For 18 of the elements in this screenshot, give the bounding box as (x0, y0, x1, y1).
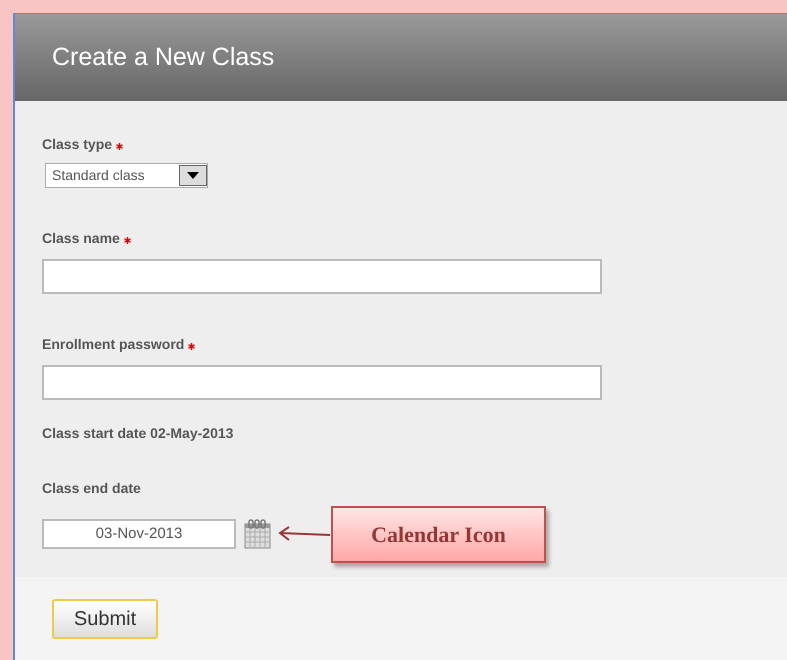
field-label: Class name (42, 229, 120, 248)
field-label: Class end date (42, 479, 141, 498)
class-type-select[interactable]: Standard class (45, 163, 208, 188)
text-field[interactable] (42, 259, 602, 294)
required-asterisk-icon (124, 237, 131, 244)
caret-down-icon (187, 172, 199, 179)
required-asterisk-icon (188, 343, 196, 350)
required-asterisk-icon (116, 143, 124, 150)
field-label: Enrollment password (42, 335, 184, 354)
calendar-icon[interactable] (244, 519, 271, 549)
submit-button[interactable]: Submit (52, 599, 158, 639)
start-date-text: Class start date 02-May-2013 (42, 425, 234, 441)
callout-box: Calendar Icon (331, 506, 546, 563)
arrow-icon (277, 525, 331, 543)
end-date-field[interactable]: 03-Nov-2013 (42, 519, 236, 549)
field-label: Class type (42, 135, 112, 154)
page-title: Create a New Class (52, 42, 274, 73)
text-field[interactable] (42, 365, 602, 400)
